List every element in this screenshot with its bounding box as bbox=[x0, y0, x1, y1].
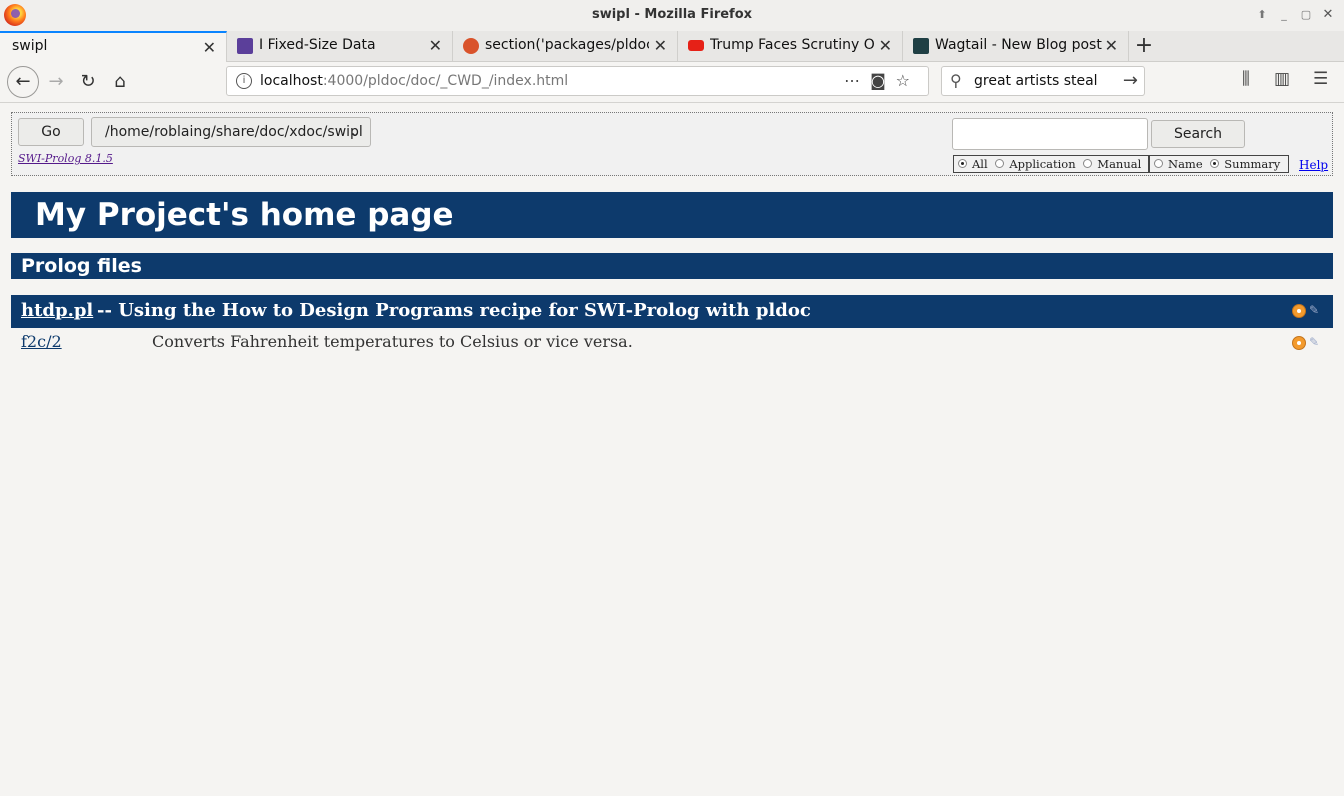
go-button[interactable]: Go bbox=[18, 118, 84, 146]
radio-application[interactable]: Application bbox=[995, 156, 1076, 172]
window-close-icon[interactable]: ✕ bbox=[1321, 8, 1335, 22]
tab-swipl[interactable]: swipl ✕ bbox=[0, 31, 227, 62]
owl-favicon-icon bbox=[463, 38, 479, 54]
tab-close-icon[interactable]: ✕ bbox=[654, 36, 667, 55]
forward-arrow-icon[interactable]: → bbox=[41, 69, 71, 95]
window-maximize-icon[interactable]: ▢ bbox=[1299, 8, 1313, 22]
menu-hamburger-icon[interactable]: ☰ bbox=[1313, 69, 1328, 89]
window-title: swipl - Mozilla Firefox bbox=[591, 7, 753, 22]
tab-label: section('packages/pldoc.h bbox=[485, 37, 649, 53]
window-titlebar: swipl - Mozilla Firefox ⬆ _ ▢ ✕ bbox=[0, 0, 1344, 32]
page-title: My Project's home page bbox=[35, 197, 454, 233]
tab-close-icon[interactable]: ✕ bbox=[879, 36, 892, 55]
radio-manual[interactable]: Manual bbox=[1083, 156, 1141, 172]
search-button[interactable]: Search bbox=[1151, 120, 1245, 148]
wagtail-favicon-icon bbox=[913, 38, 929, 54]
url-path: :4000/pldoc/doc/_CWD_/index.html bbox=[322, 73, 569, 89]
file-description: -- Using the How to Design Programs reci… bbox=[97, 300, 811, 321]
source-view-icon[interactable] bbox=[1292, 304, 1306, 318]
pocket-icon[interactable]: ◙ bbox=[870, 71, 896, 90]
home-icon[interactable]: ⌂ bbox=[105, 69, 135, 95]
file-link[interactable]: htdp.pl bbox=[21, 300, 93, 321]
pldoc-navbar: Go /home/roblaing/share/doc/xdoc/swipl ⌄… bbox=[11, 112, 1333, 176]
radio-all[interactable]: All bbox=[958, 156, 988, 172]
file-header-row: htdp.pl -- Using the How to Design Progr… bbox=[11, 295, 1333, 328]
url-bar[interactable]: i localhost:4000/pldoc/doc/_CWD_/index.h… bbox=[226, 66, 929, 96]
tab-close-icon[interactable]: ✕ bbox=[203, 38, 216, 57]
sidebar-toggle-icon[interactable]: ▥ bbox=[1274, 69, 1290, 89]
bookmark-star-icon[interactable]: ☆ bbox=[896, 71, 920, 90]
edit-pencil-icon[interactable]: ✎ bbox=[1309, 303, 1319, 317]
window-minimize-icon[interactable]: _ bbox=[1277, 8, 1291, 22]
search-icon: ⚲ bbox=[950, 71, 962, 90]
back-arrow-icon[interactable]: ← bbox=[7, 66, 39, 98]
tab-label: Wagtail - New Blog post bbox=[935, 37, 1102, 53]
version-link[interactable]: SWI-Prolog 8.1.5 bbox=[18, 152, 113, 165]
directory-select-value: /home/roblaing/share/doc/xdoc/swipl bbox=[105, 124, 363, 140]
new-tab-icon[interactable]: + bbox=[1134, 33, 1154, 58]
directory-select[interactable]: /home/roblaing/share/doc/xdoc/swipl ⌄ bbox=[91, 117, 371, 147]
help-link[interactable]: Help bbox=[1299, 158, 1328, 172]
tab-wagtail[interactable]: Wagtail - New Blog post ✕ bbox=[903, 31, 1129, 61]
site-info-icon[interactable]: i bbox=[236, 73, 252, 89]
url-text[interactable]: localhost:4000/pldoc/doc/_CWD_/index.htm… bbox=[260, 73, 568, 89]
page-actions-icon[interactable]: ⋯ bbox=[844, 71, 870, 90]
library-icon[interactable]: ⫼ bbox=[1242, 69, 1250, 89]
search-bar-value[interactable]: great artists steal bbox=[974, 73, 1098, 89]
window-up-icon[interactable]: ⬆ bbox=[1255, 8, 1269, 22]
navigation-toolbar: ← → ↻ ⌂ i localhost:4000/pldoc/doc/_CWD_… bbox=[0, 62, 1344, 103]
radio-summary[interactable]: Summary bbox=[1210, 156, 1280, 172]
tab-label: I Fixed-Size Data bbox=[259, 37, 376, 53]
youtube-favicon-icon bbox=[688, 40, 704, 51]
reload-icon[interactable]: ↻ bbox=[73, 69, 103, 95]
tab-trump-faces[interactable]: Trump Faces Scrutiny Ove ✕ bbox=[678, 31, 903, 61]
tab-favicon-icon bbox=[237, 38, 253, 54]
chevron-down-icon: ⌄ bbox=[349, 125, 360, 139]
search-go-arrow-icon[interactable]: → bbox=[1123, 70, 1138, 91]
page-title-bar: My Project's home page bbox=[11, 192, 1333, 238]
predicate-summary: Converts Fahrenheit temperatures to Cels… bbox=[152, 332, 633, 351]
source-view-icon[interactable] bbox=[1292, 336, 1306, 350]
pldoc-search-input[interactable] bbox=[952, 118, 1148, 150]
search-bar[interactable]: ⚲ great artists steal → bbox=[941, 66, 1145, 96]
tab-label: swipl bbox=[12, 38, 48, 54]
match-radio-group: Name Summary bbox=[1149, 155, 1289, 173]
predicate-link[interactable]: f2c/2 bbox=[21, 332, 62, 351]
tab-close-icon[interactable]: ✕ bbox=[429, 36, 442, 55]
tab-close-icon[interactable]: ✕ bbox=[1105, 36, 1118, 55]
tab-fixed-size-data[interactable]: I Fixed-Size Data ✕ bbox=[227, 31, 453, 61]
section-title: Prolog files bbox=[21, 255, 142, 277]
edit-pencil-icon[interactable]: ✎ bbox=[1309, 335, 1319, 349]
url-host: localhost bbox=[260, 73, 323, 89]
tab-section-packages[interactable]: section('packages/pldoc.h ✕ bbox=[453, 31, 678, 61]
radio-name[interactable]: Name bbox=[1154, 156, 1203, 172]
scope-radio-group: All Application Manual bbox=[953, 155, 1149, 173]
tab-label: Trump Faces Scrutiny Ove bbox=[710, 37, 874, 53]
section-header: Prolog files bbox=[11, 253, 1333, 279]
